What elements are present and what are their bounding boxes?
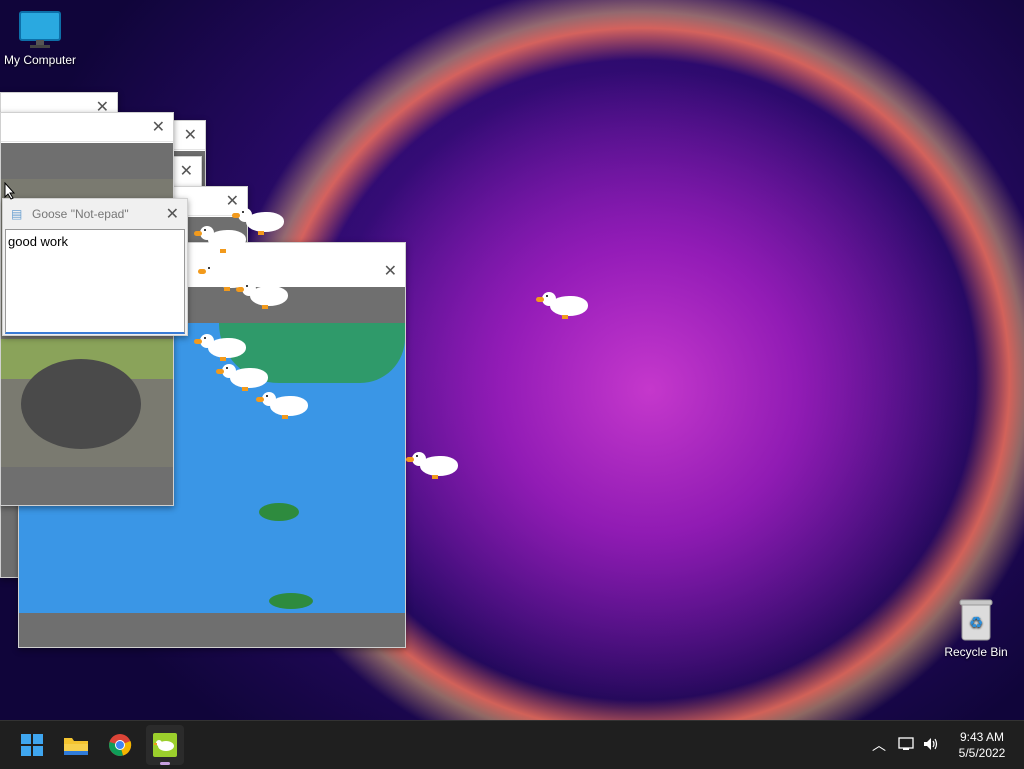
mouse-cursor-icon	[4, 182, 16, 200]
notepad-content: good work	[8, 234, 68, 249]
monitor-icon	[19, 11, 61, 48]
goose-sprite[interactable]	[194, 330, 246, 361]
svg-text:♻: ♻	[969, 613, 983, 632]
clock-date: 5/5/2022	[958, 746, 1006, 760]
close-icon[interactable]: ✕	[184, 125, 197, 145]
goose-sprite[interactable]	[194, 222, 246, 253]
photo-goose	[21, 359, 141, 449]
desktop-icon-my-computer[interactable]: My Computer	[2, 10, 78, 67]
window-toolbar	[1, 143, 173, 179]
window-footer	[19, 613, 405, 647]
notepad-titlebar[interactable]: ▤ Goose "Not-epad" ✕	[3, 199, 187, 229]
clock[interactable]: 9:43 AM 5/5/2022	[950, 729, 1014, 761]
close-icon[interactable]: ✕	[152, 117, 165, 137]
desktop-icon-recycle-bin[interactable]: ♻ Recycle Bin	[940, 598, 1012, 659]
goose-app-icon	[153, 733, 177, 757]
lily-pad	[269, 593, 313, 609]
window-titlebar[interactable]: ✕	[1, 113, 173, 142]
chrome-icon	[109, 734, 132, 756]
active-app-indicator	[160, 762, 170, 765]
desktop-icon-label: My Computer	[3, 53, 77, 67]
windows-start-icon	[21, 734, 43, 756]
goose-sprite[interactable]	[536, 288, 588, 319]
lily-pad	[259, 503, 299, 521]
goose-sprite[interactable]	[216, 360, 268, 391]
taskbar-chrome[interactable]	[104, 729, 136, 761]
chevron-up-icon[interactable]: ︿	[872, 735, 886, 755]
close-icon[interactable]: ✕	[180, 161, 193, 181]
clock-time: 9:43 AM	[959, 730, 1005, 744]
close-icon[interactable]: ✕	[166, 204, 179, 224]
notepad-text-area[interactable]: good work	[5, 229, 185, 334]
taskbar-desktop-goose[interactable]	[146, 725, 184, 765]
close-icon[interactable]: ✕	[384, 261, 397, 281]
network-icon[interactable]	[898, 736, 916, 752]
goose-sprite[interactable]	[256, 388, 308, 419]
desktop-icon-label: Recycle Bin	[944, 645, 1008, 659]
recycle-bin-icon: ♻	[959, 599, 993, 641]
goose-sprite[interactable]	[406, 448, 458, 479]
notepad-title: Goose "Not-epad"	[32, 207, 129, 221]
taskbar: ︿ 9:43 AM 5/5/2022	[0, 720, 1024, 769]
notepad-icon: ▤	[11, 207, 23, 221]
window-goose-notepad[interactable]: ▤ Goose "Not-epad" ✕ good work	[2, 198, 188, 336]
close-icon[interactable]: ✕	[226, 191, 239, 211]
start-button[interactable]	[16, 729, 48, 761]
window-footer	[1, 467, 173, 505]
folder-icon	[64, 738, 88, 755]
taskbar-file-explorer[interactable]	[60, 729, 92, 761]
volume-icon[interactable]	[922, 736, 940, 752]
goose-sprite[interactable]	[198, 260, 250, 291]
